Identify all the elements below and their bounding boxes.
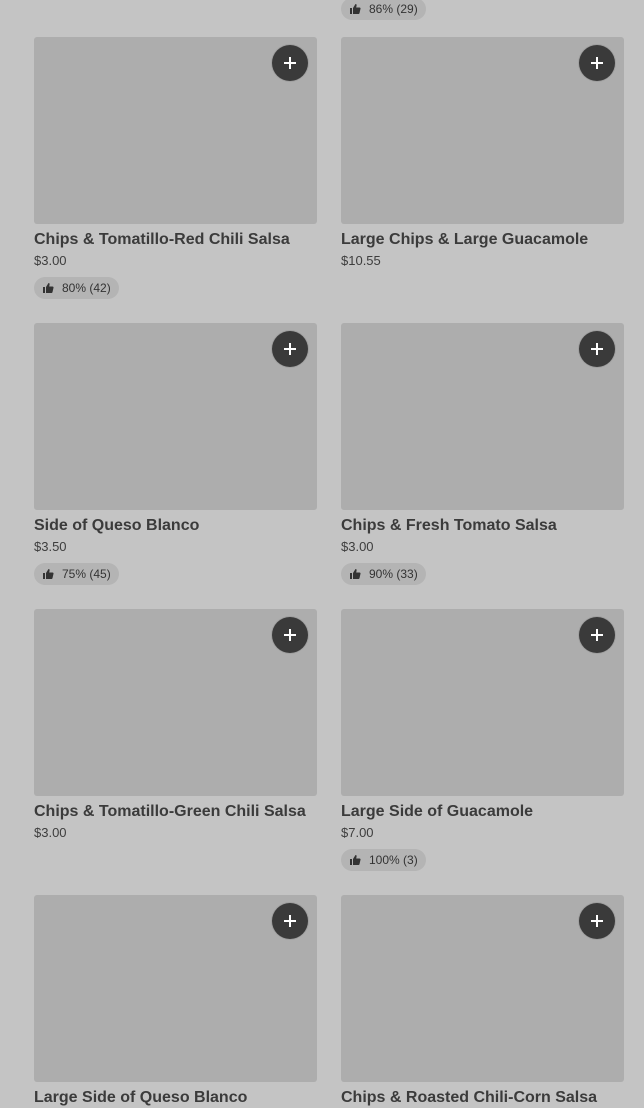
item-price: $3.00	[34, 825, 67, 840]
rating-text: 86% (29)	[369, 2, 418, 16]
item-image[interactable]	[341, 609, 624, 796]
add-to-cart-button[interactable]	[579, 903, 615, 939]
item-price: $10.55	[341, 253, 381, 268]
rating-badge: 90% (33)	[341, 563, 426, 585]
item-image[interactable]	[34, 37, 317, 224]
add-to-cart-button[interactable]	[272, 617, 308, 653]
thumbs-up-icon	[43, 283, 54, 293]
menu-item-card[interactable]: Large Chips & Large Guacamole $10.55	[341, 37, 624, 269]
item-name[interactable]: Chips & Fresh Tomato Salsa	[341, 516, 624, 536]
thumbs-up-icon	[350, 569, 361, 579]
item-image[interactable]	[34, 609, 317, 796]
menu-item-card[interactable]: Side of Queso Blanco $3.50 75% (45)	[34, 323, 317, 585]
thumbs-up-icon	[43, 569, 54, 579]
item-name[interactable]: Side of Queso Blanco	[34, 516, 317, 536]
plus-icon	[284, 343, 296, 355]
menu-item-card[interactable]: Chips & Tomatillo-Red Chili Salsa $3.00 …	[34, 37, 317, 299]
item-image[interactable]	[341, 323, 624, 510]
item-image[interactable]	[341, 37, 624, 224]
add-to-cart-button[interactable]	[272, 331, 308, 367]
thumbs-up-icon	[350, 4, 361, 14]
plus-icon	[284, 915, 296, 927]
thumbs-up-icon	[350, 855, 361, 865]
item-price: $3.00	[34, 253, 67, 268]
plus-icon	[591, 343, 603, 355]
item-price: $3.00	[341, 539, 374, 554]
rating-text: 75% (45)	[62, 567, 111, 581]
item-image[interactable]	[341, 895, 624, 1082]
item-name[interactable]: Chips & Tomatillo-Red Chili Salsa	[34, 230, 317, 250]
plus-icon	[591, 915, 603, 927]
plus-icon	[591, 57, 603, 69]
item-name[interactable]: Chips & Roasted Chili-Corn Salsa	[341, 1088, 624, 1108]
menu-item-card[interactable]: Large Side of Guacamole $7.00 100% (3)	[341, 609, 624, 871]
item-price: $3.50	[34, 539, 67, 554]
add-to-cart-button[interactable]	[272, 903, 308, 939]
menu-item-card[interactable]: Chips & Fresh Tomato Salsa $3.00 90% (33…	[341, 323, 624, 585]
menu-item-card[interactable]: Large Side of Queso Blanco	[34, 895, 317, 1108]
rating-badge: 86% (29)	[341, 0, 426, 20]
item-name[interactable]: Large Side of Guacamole	[341, 802, 624, 822]
add-to-cart-button[interactable]	[579, 617, 615, 653]
rating-badge: 100% (3)	[341, 849, 426, 871]
plus-icon	[284, 57, 296, 69]
rating-text: 100% (3)	[369, 853, 418, 867]
add-to-cart-button[interactable]	[579, 331, 615, 367]
rating-badge: 75% (45)	[34, 563, 119, 585]
item-price: $7.00	[341, 825, 374, 840]
item-name[interactable]: Large Chips & Large Guacamole	[341, 230, 624, 250]
add-to-cart-button[interactable]	[272, 45, 308, 81]
item-name[interactable]: Chips & Tomatillo-Green Chili Salsa	[34, 802, 317, 822]
item-image[interactable]	[34, 323, 317, 510]
menu-item-card[interactable]: Chips & Roasted Chili-Corn Salsa	[341, 895, 624, 1108]
add-to-cart-button[interactable]	[579, 45, 615, 81]
rating-badge: 80% (42)	[34, 277, 119, 299]
item-name[interactable]: Large Side of Queso Blanco	[34, 1088, 317, 1108]
plus-icon	[591, 629, 603, 641]
menu-item-card[interactable]: Chips & Tomatillo-Green Chili Salsa $3.0…	[34, 609, 317, 841]
item-image[interactable]	[34, 895, 317, 1082]
rating-text: 90% (33)	[369, 567, 418, 581]
plus-icon	[284, 629, 296, 641]
rating-text: 80% (42)	[62, 281, 111, 295]
